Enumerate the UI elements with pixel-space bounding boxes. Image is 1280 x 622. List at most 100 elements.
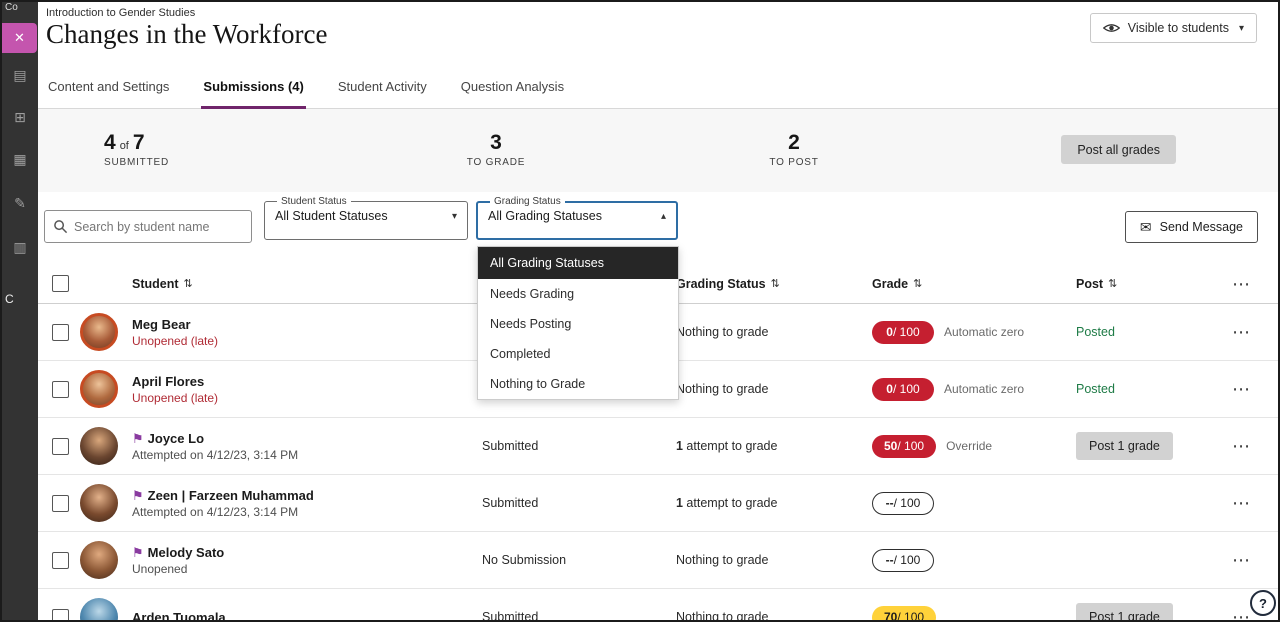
dropdown-option-needs-posting[interactable]: Needs Posting <box>478 309 678 339</box>
dropdown-option-needs-grading[interactable]: Needs Grading <box>478 279 678 309</box>
grade-note: Automatic zero <box>944 382 1024 396</box>
post-grade-button[interactable]: Post 1 grade <box>1076 432 1173 460</box>
stat-to-grade: 3 TO GRADE <box>466 131 526 168</box>
grading-status-cell: Nothing to grade <box>676 325 872 339</box>
select-all-checkbox[interactable] <box>52 275 69 292</box>
grading-status-cell: 1 attempt to grade <box>676 439 872 453</box>
student-avatar[interactable] <box>80 541 118 579</box>
code-icon[interactable]: ⊞ <box>2 102 38 132</box>
student-status-note: Attempted on 4/12/23, 3:14 PM <box>132 448 482 462</box>
grade-pill[interactable]: 0 / 100 <box>872 378 934 401</box>
grade-pill[interactable]: 0 / 100 <box>872 321 934 344</box>
help-icon: ? <box>1259 596 1267 611</box>
tab-content-and-settings[interactable]: Content and Settings <box>46 79 171 109</box>
table-row: ⚑ Melody Sato Unopened No Submission Not… <box>38 532 1278 589</box>
student-status-select[interactable]: Student Status All Student Statuses ▾ <box>264 196 468 240</box>
column-header-student[interactable]: Student ⇅ <box>132 277 482 291</box>
grade-note: Override <box>946 439 992 453</box>
student-avatar[interactable] <box>80 484 118 522</box>
flag-icon: ⚑ <box>132 432 144 445</box>
row-menu-icon[interactable]: ⋯ <box>1232 608 1251 622</box>
dropdown-option-completed[interactable]: Completed <box>478 339 678 369</box>
to-grade-label: TO GRADE <box>467 157 525 168</box>
table-row: ⚑ Joyce Lo Attempted on 4/12/23, 3:14 PM… <box>38 418 1278 475</box>
row-menu-icon[interactable]: ⋯ <box>1232 323 1251 341</box>
page-title: Changes in the Workforce <box>46 19 328 50</box>
student-name-link[interactable]: Arden Tuomala <box>132 610 226 622</box>
grade-pill[interactable]: 50 / 100 <box>872 435 936 458</box>
row-checkbox[interactable] <box>52 495 69 512</box>
sort-icon: ⇅ <box>913 277 922 290</box>
student-name-link[interactable]: Zeen | Farzeen Muhammad <box>148 488 314 503</box>
tab-submissions[interactable]: Submissions (4) <box>201 79 305 109</box>
sidebar-peek-text: Co <box>5 2 18 13</box>
grade-note: Automatic zero <box>944 325 1024 339</box>
student-status-note: Attempted on 4/12/23, 3:14 PM <box>132 505 482 519</box>
post-grade-button[interactable]: Post 1 grade <box>1076 603 1173 622</box>
grading-status-label: Grading Status <box>490 196 565 207</box>
row-checkbox[interactable] <box>52 324 69 341</box>
student-avatar[interactable] <box>80 313 118 351</box>
pencil-icon[interactable]: ✎ <box>2 188 38 218</box>
column-header-post[interactable]: Post ⇅ <box>1076 277 1216 291</box>
grading-status-cell: Nothing to grade <box>676 610 872 622</box>
table-row: Arden Tuomala Submitted Nothing to grade… <box>38 589 1278 622</box>
table-menu-icon[interactable]: ⋯ <box>1232 275 1251 293</box>
student-name-link[interactable]: Joyce Lo <box>148 431 204 446</box>
visibility-dropdown-button[interactable]: Visible to students ▾ <box>1090 13 1257 43</box>
dropdown-option-nothing-to-grade[interactable]: Nothing to Grade <box>478 369 678 399</box>
close-icon: ✕ <box>14 30 25 46</box>
student-status-label: Student Status <box>277 196 351 207</box>
dropdown-option-all-grading-statuses[interactable]: All Grading Statuses <box>478 247 678 279</box>
student-name-link[interactable]: Melody Sato <box>148 545 225 560</box>
student-name-link[interactable]: April Flores <box>132 374 204 389</box>
grading-status-select[interactable]: Grading Status All Grading Statuses ▴ <box>476 196 678 240</box>
row-checkbox[interactable] <box>52 381 69 398</box>
sort-icon: ⇅ <box>184 277 193 290</box>
student-avatar[interactable] <box>80 427 118 465</box>
page-header: Introduction to Gender Studies Changes i… <box>38 2 1278 64</box>
row-checkbox[interactable] <box>52 552 69 569</box>
grade-pill[interactable]: 70 / 100 <box>872 606 936 622</box>
row-menu-icon[interactable]: ⋯ <box>1232 551 1251 569</box>
search-input[interactable] <box>74 220 243 234</box>
grading-status-cell: 1 attempt to grade <box>676 496 872 510</box>
row-menu-icon[interactable]: ⋯ <box>1232 437 1251 455</box>
table-row: ⚑ Zeen | Farzeen Muhammad Attempted on 4… <box>38 475 1278 532</box>
student-name-link[interactable]: Meg Bear <box>132 317 191 332</box>
stat-to-post: 2 TO POST <box>764 131 824 168</box>
grade-pill[interactable]: -- / 100 <box>872 549 934 572</box>
row-checkbox[interactable] <box>52 438 69 455</box>
document-icon[interactable]: ▤ <box>2 60 38 90</box>
chevron-down-icon: ▾ <box>1239 23 1244 34</box>
help-button[interactable]: ? <box>1250 590 1276 616</box>
column-header-grading-status[interactable]: Grading Status ⇅ <box>676 277 872 291</box>
row-menu-icon[interactable]: ⋯ <box>1232 380 1251 398</box>
posted-status[interactable]: Posted <box>1076 382 1115 396</box>
posted-status[interactable]: Posted <box>1076 325 1115 339</box>
submission-status: No Submission <box>482 553 676 567</box>
sidebar: Co ✕ ▤ ⊞ ▦ ✎ ▥ C <box>2 2 38 620</box>
flag-icon: ⚑ <box>132 489 144 502</box>
column-header-grade[interactable]: Grade ⇅ <box>872 277 1076 291</box>
app-window: Co ✕ ▤ ⊞ ▦ ✎ ▥ C Introduction to Gender … <box>0 0 1280 622</box>
student-avatar[interactable] <box>80 598 118 622</box>
breadcrumb[interactable]: Introduction to Gender Studies <box>46 7 195 19</box>
row-checkbox[interactable] <box>52 609 69 622</box>
clipboard-icon[interactable]: ▥ <box>2 232 38 262</box>
gradebook-icon[interactable]: ▦ <box>2 144 38 174</box>
grading-status-cell: Nothing to grade <box>676 553 872 567</box>
grade-pill[interactable]: -- / 100 <box>872 492 934 515</box>
send-message-button[interactable]: ✉ Send Message <box>1125 211 1258 243</box>
row-menu-icon[interactable]: ⋯ <box>1232 494 1251 512</box>
search-icon <box>53 219 68 234</box>
close-panel-button[interactable]: ✕ <box>2 23 37 53</box>
tab-question-analysis[interactable]: Question Analysis <box>459 79 566 109</box>
submission-status: Submitted <box>482 496 676 510</box>
post-all-grades-button[interactable]: Post all grades <box>1061 135 1176 164</box>
eye-icon <box>1103 22 1120 34</box>
student-avatar[interactable] <box>80 370 118 408</box>
tab-student-activity[interactable]: Student Activity <box>336 79 429 109</box>
submission-status: Submitted <box>482 439 676 453</box>
submitted-count: 4 <box>104 131 116 155</box>
